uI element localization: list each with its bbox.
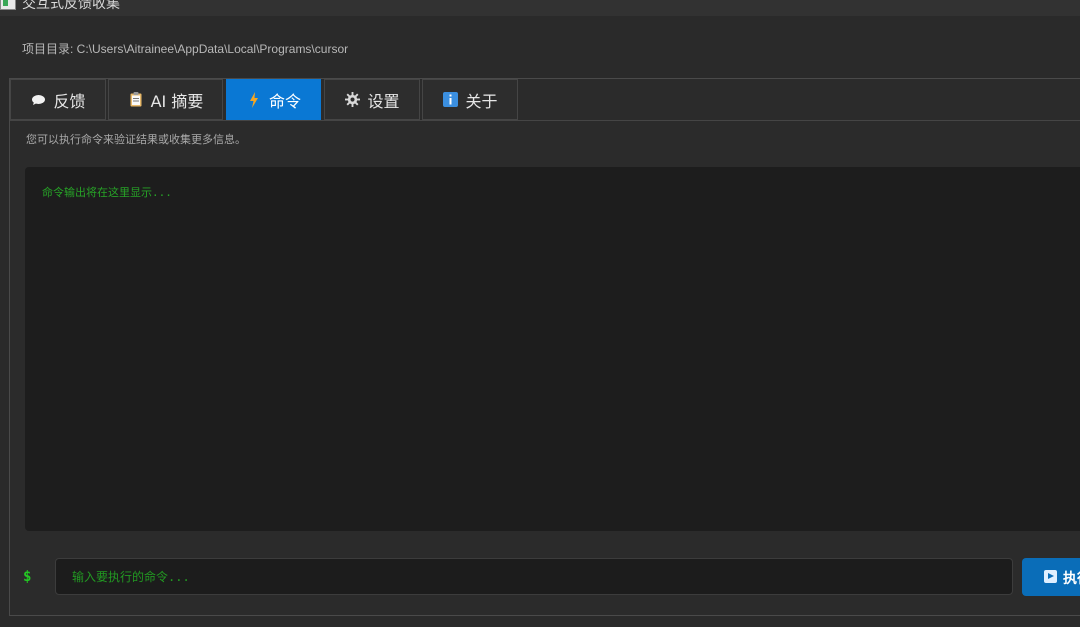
- play-icon: [1044, 570, 1057, 583]
- command-hint: 您可以执行命令来验证结果或收集更多信息。: [26, 133, 246, 146]
- window-title: 交互式反馈收集: [22, 0, 120, 12]
- tab-label: AI 摘要: [150, 91, 204, 111]
- prompt-symbol: $: [23, 569, 32, 585]
- tab-divider: [10, 120, 1080, 121]
- tab-command[interactable]: 命令: [226, 79, 321, 120]
- window-titlebar: 交互式反馈收集: [0, 0, 1080, 16]
- tab-settings[interactable]: 设置: [324, 79, 420, 120]
- tab-label: 反馈: [53, 91, 86, 111]
- project-directory-label: 项目目录: C:\Users\Aitrainee\AppData\Local\P…: [22, 42, 349, 56]
- tab-label: 命令: [268, 91, 301, 111]
- tab-feedback[interactable]: 反馈: [10, 79, 106, 120]
- tab-label: 关于: [465, 91, 498, 111]
- info-icon: [442, 92, 458, 108]
- lightning-icon: [246, 91, 262, 108]
- output-placeholder: 命令输出将在这里显示...: [42, 186, 172, 199]
- command-output[interactable]: 命令输出将在这里显示...: [25, 167, 1080, 531]
- clipboard-icon: [128, 92, 144, 108]
- tab-ai-summary[interactable]: AI 摘要: [108, 79, 223, 120]
- execute-button[interactable]: 执行: [1022, 558, 1080, 596]
- execute-label: 执行: [1063, 570, 1080, 586]
- tab-about[interactable]: 关于: [422, 79, 518, 120]
- command-input[interactable]: [55, 558, 1013, 595]
- tab-label: 设置: [367, 91, 400, 111]
- gear-icon: [344, 92, 360, 108]
- app-icon: [0, 0, 16, 10]
- tab-bar: 反馈 AI 摘要 命令 设置 关于: [10, 79, 1080, 121]
- speech-bubble-icon: [30, 92, 46, 108]
